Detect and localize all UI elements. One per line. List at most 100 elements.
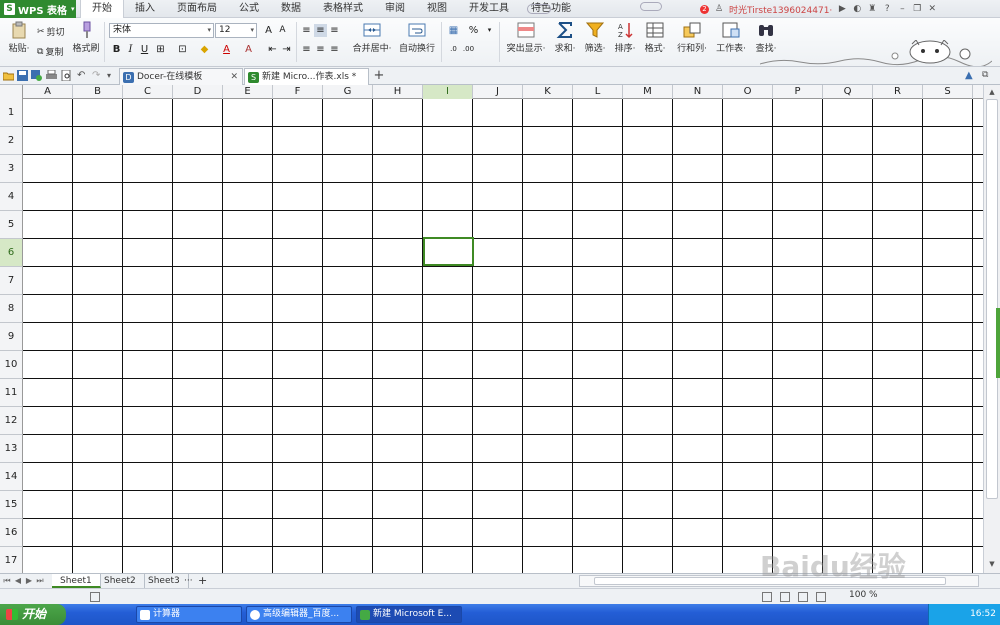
print-icon[interactable] xyxy=(46,70,57,81)
minimize-icon[interactable]: – xyxy=(897,4,907,14)
copy-button[interactable]: ⧉ 复制 xyxy=(37,45,63,59)
doc-tab-docer[interactable]: D Docer-在线模板 ✕ xyxy=(119,68,243,85)
bold-button[interactable]: B xyxy=(110,43,123,56)
row-header[interactable]: 12 xyxy=(0,407,23,435)
tab-page-layout[interactable]: 页面布局 xyxy=(166,0,228,18)
tab-view[interactable]: 视图 xyxy=(416,0,458,18)
prev-sheet-icon[interactable]: ◀ xyxy=(13,575,23,587)
cut-button[interactable]: ✂ 剪切 xyxy=(37,25,65,39)
column-header[interactable]: A xyxy=(23,85,73,99)
taskbar-browser[interactable]: 高级编辑器_百度... xyxy=(246,606,352,623)
clear-format-icon[interactable]: A xyxy=(242,43,255,56)
start-button[interactable]: 开始 xyxy=(0,604,66,625)
row-header[interactable]: 15 xyxy=(0,491,23,519)
fill-color-icon[interactable]: ◆ xyxy=(198,43,211,56)
print-preview-icon[interactable] xyxy=(61,70,72,81)
tab-home[interactable]: 开始 xyxy=(80,0,124,18)
scroll-thumb[interactable] xyxy=(986,99,998,499)
font-color-icon[interactable]: A xyxy=(220,43,233,56)
shirt-icon[interactable]: ♜ xyxy=(867,4,877,14)
increase-font-icon[interactable]: A xyxy=(262,24,275,37)
column-header[interactable]: R xyxy=(873,85,923,99)
row-header[interactable]: 6 xyxy=(0,239,23,267)
macro-record-icon[interactable] xyxy=(90,592,100,602)
column-header[interactable]: J xyxy=(473,85,523,99)
column-header[interactable]: G xyxy=(323,85,373,99)
column-header[interactable]: P xyxy=(773,85,823,99)
decrease-font-icon[interactable]: A xyxy=(276,24,289,37)
ribbon-settings-icon[interactable]: ⧉ xyxy=(982,70,993,81)
more-format-icon[interactable]: ▾ xyxy=(483,24,496,37)
column-header[interactable]: Q xyxy=(823,85,873,99)
user-name[interactable]: 时光Tirste1396024471· xyxy=(729,3,832,16)
open-folder-icon[interactable] xyxy=(3,70,14,81)
row-column-button[interactable]: 行和列· xyxy=(674,21,710,54)
scroll-up-icon[interactable]: ▲ xyxy=(986,86,998,98)
doc-tab-workbook[interactable]: S 新建 Micro...作表.xls * xyxy=(244,68,369,85)
align-middle-icon[interactable]: ≡ xyxy=(314,24,327,37)
align-bottom-icon[interactable]: ≡ xyxy=(328,24,341,37)
row-header[interactable]: 5 xyxy=(0,211,23,239)
tab-insert[interactable]: 插入 xyxy=(124,0,166,18)
sheet-tab-2[interactable]: Sheet2 xyxy=(96,574,145,588)
app-menu-button[interactable]: S WPS 表格 ▾ xyxy=(0,0,76,18)
taskbar-calculator[interactable]: 计算器 xyxy=(136,606,242,623)
font-size-select[interactable]: 12 ▾ xyxy=(215,23,257,38)
decrease-decimal-icon[interactable]: .00 xyxy=(462,43,475,56)
row-header[interactable]: 11 xyxy=(0,379,23,407)
indent-increase-icon[interactable]: ⇥ xyxy=(280,43,293,56)
spreadsheet-grid[interactable]: ABCDEFGHIJKLMNOPQRS 1 2 3 4 5 6 7 8 9 10 11 12 13 14 1… xyxy=(0,85,983,573)
column-header[interactable]: I xyxy=(423,85,473,99)
row-header[interactable]: 7 xyxy=(0,267,23,295)
taskbar-wps[interactable]: 新建 Microsoft E... xyxy=(356,606,462,623)
row-header[interactable]: 8 xyxy=(0,295,23,323)
row-header[interactable]: 17 xyxy=(0,547,23,573)
column-header[interactable]: O xyxy=(723,85,773,99)
paste-button[interactable]: 粘贴· xyxy=(6,21,32,54)
tab-table-style[interactable]: 表格样式 xyxy=(312,0,374,18)
italic-button[interactable]: I xyxy=(124,43,137,56)
format-painter-button[interactable]: 格式刷 xyxy=(72,21,100,54)
row-header[interactable]: 3 xyxy=(0,155,23,183)
row-header[interactable]: 9 xyxy=(0,323,23,351)
sum-button[interactable]: 求和· xyxy=(552,21,578,54)
select-all-corner[interactable] xyxy=(0,85,23,99)
scroll-down-icon[interactable]: ▼ xyxy=(986,558,998,570)
align-left-icon[interactable]: ≡ xyxy=(300,43,313,56)
close-tab-icon[interactable]: ✕ xyxy=(230,69,238,85)
help-icon[interactable]: ? xyxy=(882,4,892,14)
save-as-icon[interactable] xyxy=(31,70,42,81)
worksheet-button[interactable]: 工作表· xyxy=(713,21,749,54)
row-header[interactable]: 14 xyxy=(0,463,23,491)
percent-button[interactable]: % xyxy=(467,24,480,37)
cell-area[interactable] xyxy=(23,99,983,573)
indent-decrease-icon[interactable]: ⇤ xyxy=(266,43,279,56)
add-sheet-button[interactable]: + xyxy=(196,574,209,588)
tab-review[interactable]: 审阅 xyxy=(374,0,416,18)
restore-icon[interactable]: ❐ xyxy=(912,4,922,14)
increase-decimal-icon[interactable]: .0 xyxy=(447,43,460,56)
merge-center-button[interactable]: 合并居中· xyxy=(350,21,394,54)
close-icon[interactable]: ✕ xyxy=(927,4,937,14)
tab-developer[interactable]: 开发工具 xyxy=(458,0,520,18)
more-sheets-button[interactable]: ··· xyxy=(182,574,195,588)
tab-formula[interactable]: 公式 xyxy=(228,0,270,18)
row-header[interactable]: 10 xyxy=(0,351,23,379)
align-right-icon[interactable]: ≡ xyxy=(328,43,341,56)
column-header[interactable]: N xyxy=(673,85,723,99)
font-name-select[interactable]: 宋体 ▾ xyxy=(109,23,214,38)
column-header[interactable]: K xyxy=(523,85,573,99)
customize-qa-icon[interactable]: ▾ xyxy=(107,70,118,81)
play-icon[interactable]: ▶ xyxy=(837,4,847,14)
column-header[interactable]: C xyxy=(123,85,173,99)
border-icon[interactable]: ⊞ xyxy=(154,43,167,56)
active-cell[interactable] xyxy=(423,237,474,266)
number-format-icon[interactable]: ▦ xyxy=(447,24,460,37)
clock[interactable]: 16:52 xyxy=(970,609,996,619)
row-header[interactable]: 1 xyxy=(0,99,23,127)
underline-button[interactable]: U xyxy=(138,43,151,56)
column-header[interactable]: M xyxy=(623,85,673,99)
column-header[interactable]: E xyxy=(223,85,273,99)
column-header[interactable]: F xyxy=(273,85,323,99)
side-panel-handle[interactable] xyxy=(996,308,1000,378)
